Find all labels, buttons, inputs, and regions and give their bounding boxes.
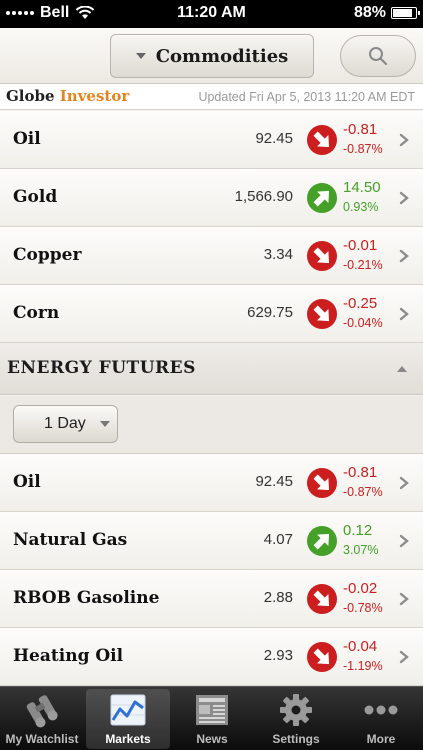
- percent-change: -0.04%: [343, 316, 383, 330]
- brand-globe: Globe: [6, 87, 55, 105]
- quote-row[interactable]: RBOB Gasoline 2.88 -0.02 -0.78%: [0, 570, 423, 628]
- down-arrow-icon: [306, 240, 338, 272]
- section-header-energy-futures[interactable]: ENERGY FUTURES: [0, 343, 423, 395]
- newspaper-icon: [196, 695, 228, 725]
- price-change: -0.01: [343, 237, 378, 254]
- price-change: -0.81: [343, 121, 378, 138]
- chevron-right-icon: [399, 534, 409, 548]
- down-arrow-icon: [306, 124, 338, 156]
- section-title: ENERGY FUTURES: [7, 358, 196, 378]
- instrument-name: Corn: [13, 303, 60, 323]
- period-label: 1 Day: [44, 415, 86, 432]
- price-change: -0.81: [343, 464, 378, 481]
- quote-row[interactable]: Oil 92.45 -0.81 -0.87%: [0, 111, 423, 169]
- search-button[interactable]: [340, 35, 416, 77]
- quote-row[interactable]: Corn 629.75 -0.25 -0.04%: [0, 285, 423, 343]
- updated-timestamp: Updated Fri Apr 5, 2013 11:20 AM EDT: [198, 90, 415, 104]
- price-change: -0.02: [343, 580, 378, 597]
- instrument-price: 3.34: [263, 246, 293, 263]
- period-bar: 1 Day: [0, 396, 423, 454]
- tab-label: More: [366, 732, 396, 746]
- globe-investor-logo: Globe Investor: [6, 87, 129, 105]
- percent-change: -0.21%: [343, 258, 383, 272]
- instrument-price: 4.07: [263, 531, 293, 548]
- quote-row[interactable]: Copper 3.34 -0.01 -0.21%: [0, 227, 423, 285]
- instrument-name: Heating Oil: [13, 646, 124, 666]
- quote-row[interactable]: Oil 92.45 -0.81 -0.87%: [0, 454, 423, 512]
- quote-row[interactable]: Natural Gas 4.07 0.12 3.07%: [0, 512, 423, 570]
- instrument-price: 92.45: [255, 130, 293, 147]
- more-icon: [364, 705, 398, 715]
- tab-label: News: [196, 732, 228, 746]
- instrument-price: 2.88: [263, 589, 293, 606]
- price-change: 0.12: [343, 522, 373, 539]
- instrument-price: 2.93: [263, 647, 293, 664]
- down-arrow-icon: [306, 298, 338, 330]
- category-title: Commodities: [155, 45, 289, 67]
- percent-change: 0.93%: [343, 200, 379, 214]
- tab-settings[interactable]: Settings: [254, 689, 338, 749]
- instrument-name: Oil: [13, 472, 41, 492]
- chevron-right-icon: [399, 249, 409, 263]
- quote-row[interactable]: Gold 1,566.90 14.50 0.93%: [0, 169, 423, 227]
- tab-label: My Watchlist: [5, 732, 79, 746]
- chevron-right-icon: [399, 476, 409, 490]
- percent-change: -1.19%: [343, 659, 383, 673]
- percent-change: 3.07%: [343, 543, 379, 557]
- down-arrow-icon: [306, 467, 338, 499]
- collapse-arrow-icon: [397, 366, 407, 372]
- down-arrow-icon: [306, 641, 338, 673]
- chevron-right-icon: [399, 592, 409, 606]
- chevron-right-icon: [399, 191, 409, 205]
- instrument-name: Gold: [13, 187, 58, 207]
- search-icon: [369, 47, 388, 66]
- percent-change: -0.78%: [343, 601, 383, 615]
- tab-label: Settings: [272, 732, 320, 746]
- instrument-name: Oil: [13, 129, 41, 149]
- chevron-right-icon: [399, 307, 409, 321]
- instrument-price: 629.75: [247, 304, 293, 321]
- percent-change: -0.87%: [343, 485, 383, 499]
- down-arrow-icon: [306, 583, 338, 615]
- battery-icon: [391, 7, 420, 19]
- nav-bar: Commodities: [0, 28, 423, 84]
- dropdown-arrow-icon: [99, 421, 110, 427]
- status-bar: Bell 11:20 AM 88%: [0, 0, 423, 28]
- brand-investor: Investor: [59, 87, 130, 105]
- up-arrow-icon: [306, 182, 338, 214]
- up-arrow-icon: [306, 525, 338, 557]
- instrument-name: Copper: [13, 245, 82, 265]
- source-bar: Globe Investor Updated Fri Apr 5, 2013 1…: [0, 84, 423, 110]
- gear-icon: [280, 694, 312, 726]
- price-change: -0.25: [343, 295, 378, 312]
- battery-group: 88%: [353, 4, 420, 22]
- tab-news[interactable]: News: [170, 689, 254, 749]
- tab-my-watchlist[interactable]: My Watchlist: [0, 689, 84, 749]
- quote-row[interactable]: Heating Oil 2.93 -0.04 -1.19%: [0, 628, 423, 686]
- chevron-right-icon: [399, 650, 409, 664]
- battery-percent: 88%: [353, 4, 386, 21]
- binoculars-icon: [26, 695, 58, 728]
- period-selector[interactable]: 1 Day: [13, 405, 118, 443]
- tab-bar: My Watchlist Markets News Settings More: [0, 686, 423, 750]
- tab-label: Markets: [105, 732, 151, 746]
- price-change: 14.50: [343, 179, 381, 196]
- tab-more[interactable]: More: [339, 689, 423, 749]
- instrument-price: 92.45: [255, 473, 293, 490]
- dropdown-arrow-icon: [135, 53, 146, 59]
- percent-change: -0.87%: [343, 142, 383, 156]
- instrument-name: Natural Gas: [13, 530, 128, 550]
- tab-markets[interactable]: Markets: [86, 689, 170, 749]
- price-change: -0.04: [343, 638, 378, 655]
- instrument-name: RBOB Gasoline: [13, 588, 160, 608]
- category-selector[interactable]: Commodities: [110, 34, 314, 78]
- chevron-right-icon: [399, 133, 409, 147]
- chart-icon: [110, 694, 146, 726]
- instrument-price: 1,566.90: [234, 188, 293, 205]
